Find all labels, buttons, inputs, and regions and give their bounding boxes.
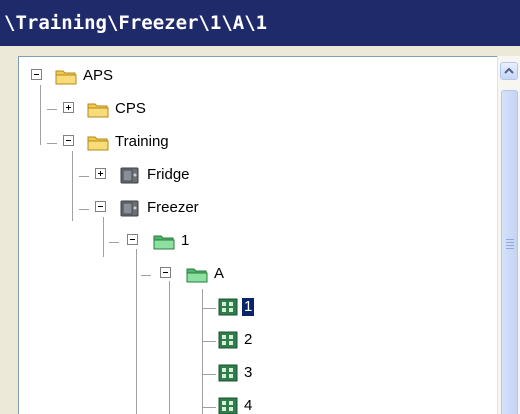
tree-connector [47, 143, 57, 144]
tree-node-label[interactable]: Freezer [145, 199, 201, 217]
chevron-up-icon [504, 67, 514, 74]
vertical-scrollbar[interactable] [497, 56, 520, 414]
window-title: \Training\Freezer\1\A\1 [0, 0, 520, 46]
box-grid-icon [218, 397, 238, 414]
box-grid-icon [218, 331, 238, 349]
safe-icon [120, 167, 139, 184]
folder-icon [87, 103, 109, 118]
tree-node-label[interactable]: 4 [242, 397, 254, 414]
tree-connector [109, 242, 119, 243]
tree-node-label[interactable]: 1 [179, 232, 191, 250]
collapse-toggle[interactable] [160, 267, 171, 278]
tree-connector [47, 109, 57, 110]
tree-node-label[interactable]: A [212, 265, 226, 283]
tree-connector [202, 341, 216, 342]
tree-connector [141, 275, 151, 276]
scroll-grip [506, 245, 514, 246]
expand-toggle[interactable] [95, 168, 106, 179]
scroll-grip [506, 242, 514, 243]
tree-node-label[interactable]: CPS [113, 100, 148, 118]
tree-node-label[interactable]: 2 [242, 331, 254, 349]
collapse-toggle[interactable] [95, 201, 106, 212]
scroll-up-button[interactable] [500, 62, 518, 80]
tree-connector [169, 281, 170, 414]
box-grid-icon [218, 364, 238, 382]
green-folder-icon [153, 235, 175, 250]
folder-icon [87, 136, 109, 151]
tree-node-label[interactable]: Fridge [145, 166, 192, 184]
tree-connector [202, 308, 216, 309]
tree-node-label[interactable]: Training [113, 133, 171, 151]
collapse-toggle[interactable] [63, 135, 74, 146]
expand-toggle[interactable] [63, 102, 74, 113]
safe-icon [120, 200, 139, 217]
tree-node-label[interactable]: APS [81, 67, 115, 85]
box-grid-icon [218, 298, 238, 316]
tree-node-label[interactable]: 3 [242, 364, 254, 382]
tree-connector [202, 374, 216, 375]
green-folder-icon [186, 268, 208, 283]
scroll-grip [506, 239, 514, 240]
tree-view[interactable]: APS CPS Training Fridge Freezer 1 A 1 2 … [18, 56, 500, 414]
scroll-thumb[interactable] [501, 90, 518, 414]
tree-connector [103, 217, 104, 257]
collapse-toggle[interactable] [127, 234, 138, 245]
tree-connector [136, 249, 137, 414]
tree-node-label-selected[interactable]: 1 [242, 298, 255, 316]
tree-connector [40, 85, 41, 145]
tree-connector [79, 176, 89, 177]
scroll-grip [506, 248, 514, 249]
collapse-toggle[interactable] [31, 69, 42, 80]
tree-connector [202, 407, 216, 408]
tree-connector [79, 209, 89, 210]
tree-connector [72, 151, 73, 221]
folder-icon [55, 70, 77, 85]
